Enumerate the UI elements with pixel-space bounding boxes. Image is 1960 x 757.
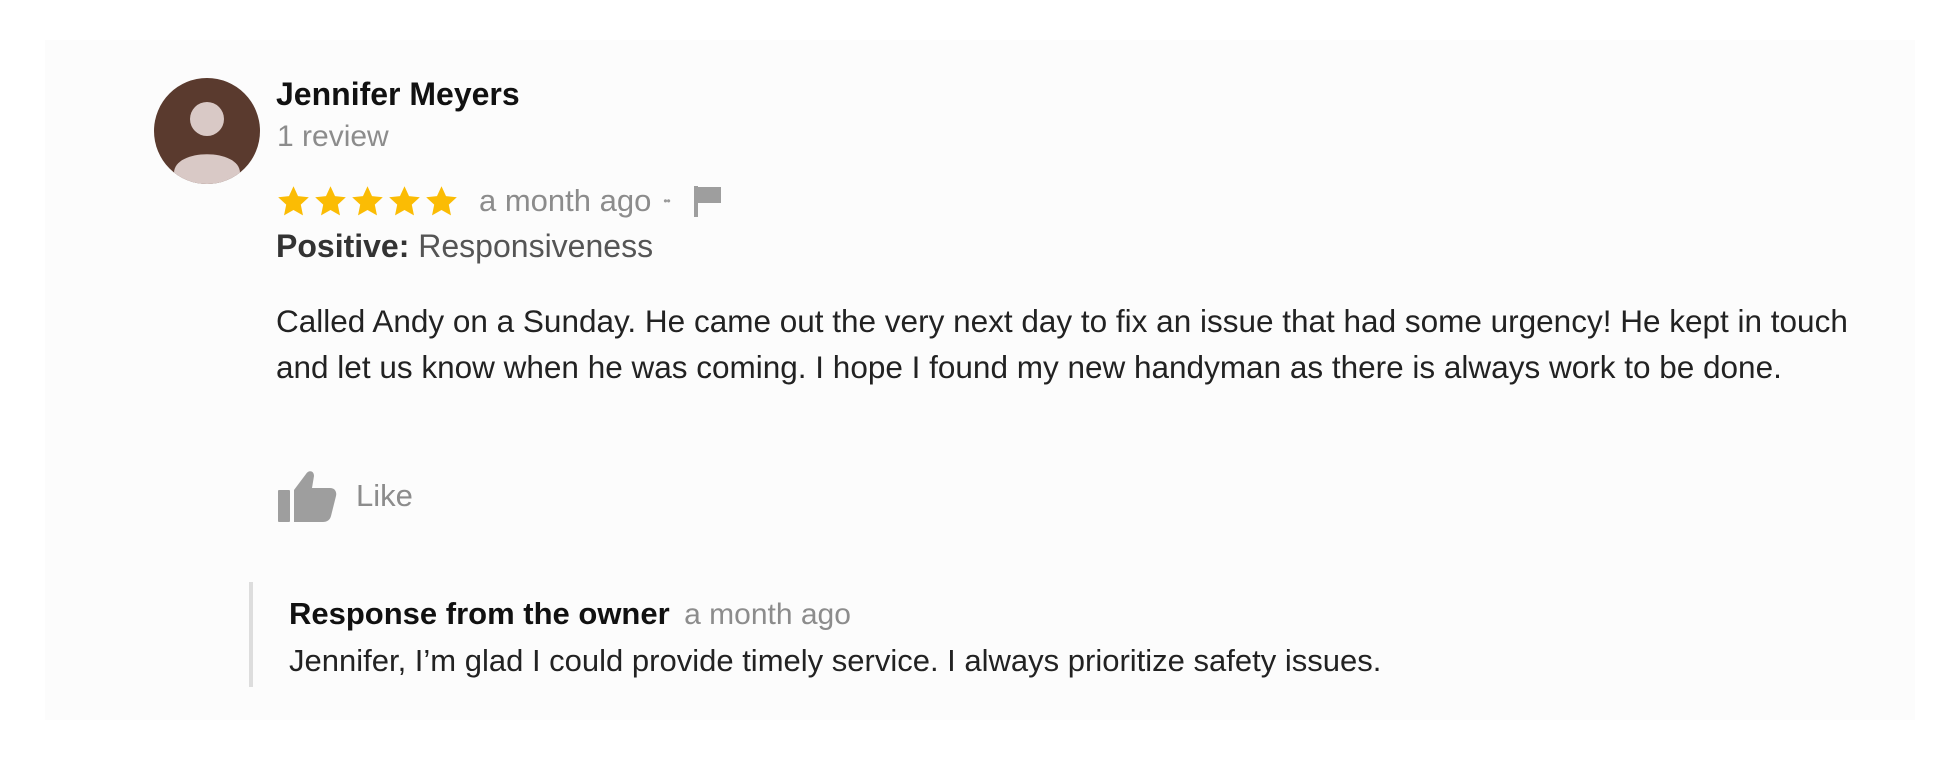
owner-response-header: Response from the owner a month ago (289, 596, 851, 632)
review-time: a month ago (479, 183, 652, 218)
review-attributes: Positive: Responsiveness (276, 228, 653, 265)
flag-icon[interactable] (692, 184, 724, 218)
star-icon (278, 185, 309, 215)
person-silhouette-icon (174, 102, 240, 184)
owner-response: Response from the owner a month ago Jenn… (249, 582, 1593, 687)
reviewer-avatar[interactable] (154, 78, 260, 184)
owner-response-text: Jennifer, I’m glad I could provide timel… (289, 643, 1382, 678)
owner-response-title: Response from the owner (289, 596, 670, 631)
reviewer-name[interactable]: Jennifer Meyers (276, 76, 520, 113)
owner-response-time: a month ago (684, 598, 851, 631)
star-rating (276, 184, 459, 219)
attribute-value: Responsiveness (418, 228, 654, 264)
attribute-label: Positive: (276, 228, 410, 264)
star-icon (426, 185, 457, 215)
star-icon (315, 185, 346, 215)
thumbs-up-icon (278, 471, 337, 522)
reviewer-review-count[interactable]: 1 review (277, 120, 389, 154)
star-icon (352, 185, 383, 215)
star-icon (389, 185, 420, 215)
like-label: Like (356, 478, 413, 513)
like-button[interactable]: Like (276, 468, 413, 524)
separator-dots: •• (663, 194, 670, 208)
review-text: Called Andy on a Sunday. He came out the… (276, 303, 1848, 385)
review-meta: a month ago •• (276, 178, 724, 224)
